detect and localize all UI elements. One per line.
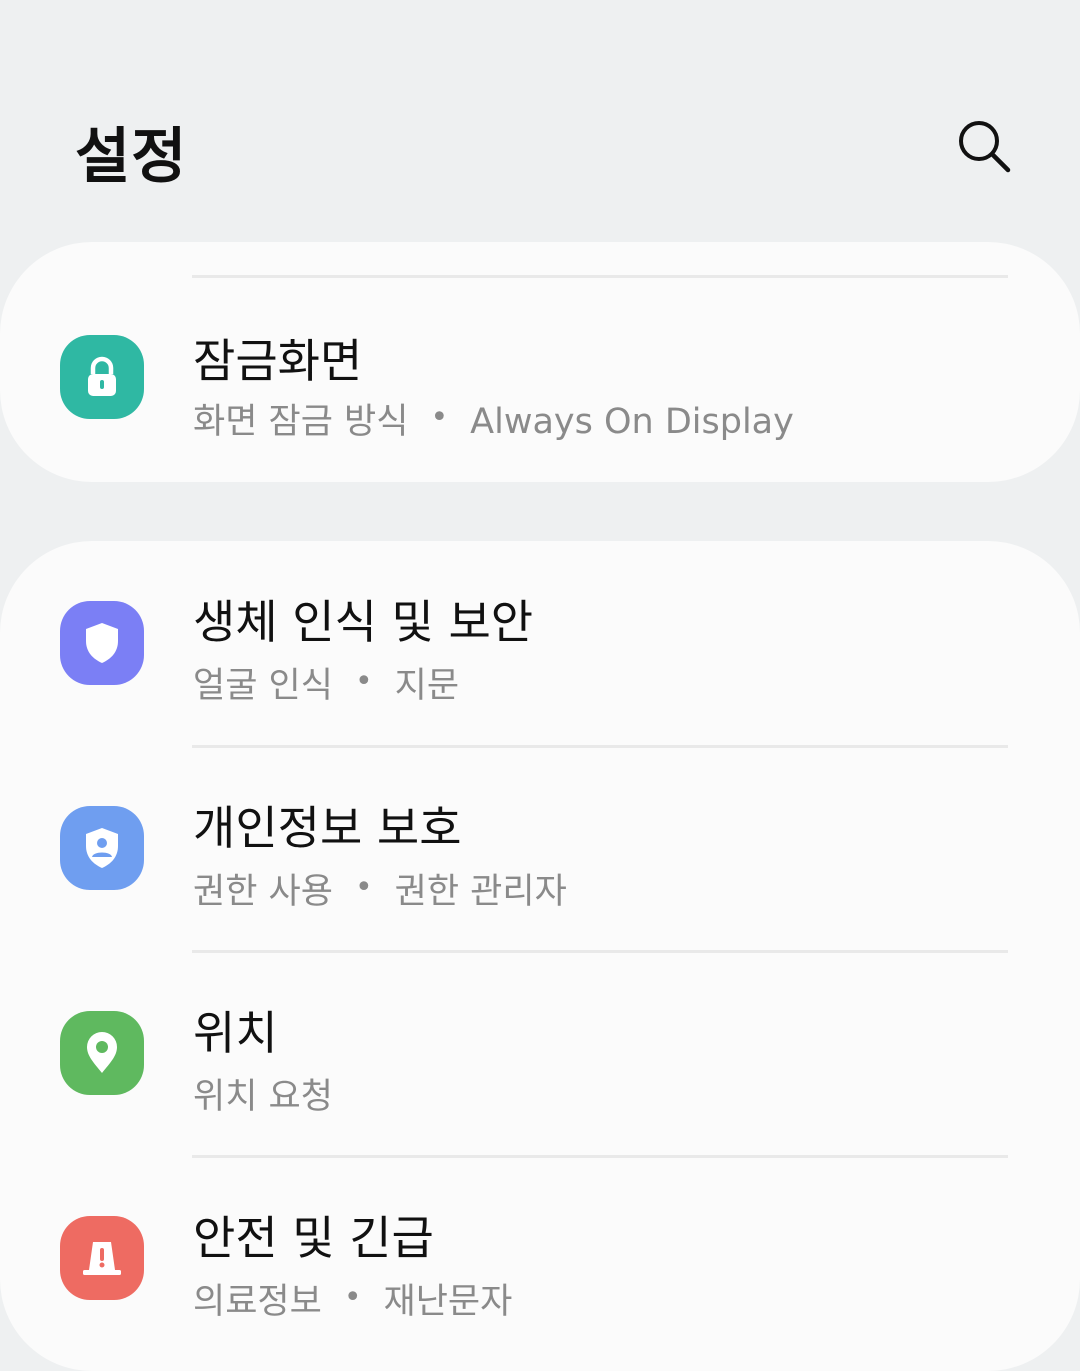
settings-item-biometrics-security[interactable]: 생체 인식 및 보안 얼굴 인식 • 지문 — [0, 541, 1080, 745]
app-bar: 설정 — [0, 0, 1080, 240]
settings-card-security: 생체 인식 및 보안 얼굴 인식 • 지문 개인정보 보호 권한 사용 • 권한 관리자… — [0, 541, 1080, 1371]
item-title: 위치 — [193, 1006, 278, 1060]
item-subtitle: 얼굴 인식 • 지문 — [193, 664, 460, 706]
privacy-shield-icon — [60, 806, 144, 890]
item-title: 생체 인식 및 보안 — [193, 595, 534, 649]
lock-icon — [60, 335, 144, 419]
settings-item-location[interactable]: 위치 위치 요청 — [0, 951, 1080, 1155]
item-subtitle: 의료정보 • 재난문자 — [193, 1280, 513, 1322]
item-subtitle: 화면 잠금 방식 • Always On Display — [193, 400, 794, 442]
settings-item-privacy[interactable]: 개인정보 보호 권한 사용 • 권한 관리자 — [0, 746, 1080, 950]
emergency-alert-icon — [60, 1216, 144, 1300]
settings-item-safety-emergency[interactable]: 안전 및 긴급 의료정보 • 재난문자 — [0, 1156, 1080, 1360]
settings-item-lock-screen[interactable]: 잠금화면 화면 잠금 방식 • Always On Display — [0, 275, 1080, 479]
item-subtitle: 위치 요청 — [193, 1077, 333, 1117]
item-title: 잠금화면 — [193, 334, 363, 388]
item-title: 개인정보 보호 — [193, 801, 462, 855]
search-button[interactable] — [948, 110, 1020, 182]
page-title: 설정 — [75, 122, 188, 192]
item-subtitle: 권한 사용 • 권한 관리자 — [193, 870, 567, 912]
location-pin-icon — [60, 1011, 144, 1095]
settings-card-lockscreen: 잠금화면 화면 잠금 방식 • Always On Display — [0, 242, 1080, 482]
shield-icon — [60, 601, 144, 685]
item-title: 안전 및 긴급 — [193, 1211, 434, 1265]
search-icon — [959, 121, 1011, 173]
